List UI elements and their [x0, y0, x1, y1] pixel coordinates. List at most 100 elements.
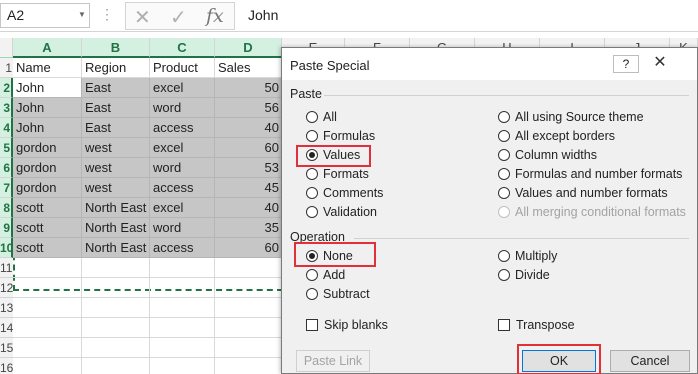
paste-option-all[interactable]: All: [306, 108, 337, 126]
cancel-icon[interactable]: ✕: [134, 5, 151, 30]
table-cell[interactable]: scott: [13, 198, 82, 218]
table-cell[interactable]: scott: [13, 218, 82, 238]
empty-cell[interactable]: [82, 338, 150, 358]
empty-cell[interactable]: [13, 338, 82, 358]
empty-cell[interactable]: [215, 338, 282, 358]
table-cell[interactable]: word: [150, 158, 215, 178]
row-header[interactable]: 2: [0, 78, 13, 98]
table-cell[interactable]: 56: [215, 98, 282, 118]
empty-cell[interactable]: [13, 298, 82, 318]
empty-cell[interactable]: [150, 258, 215, 278]
empty-cell[interactable]: [215, 318, 282, 338]
paste-option-validation[interactable]: Validation: [306, 203, 377, 221]
row-header[interactable]: 11: [0, 258, 13, 278]
table-cell[interactable]: word: [150, 98, 215, 118]
skip-blanks-checkbox[interactable]: Skip blanks: [306, 316, 388, 334]
paste-option-column-widths[interactable]: Column widths: [498, 146, 597, 164]
row-header[interactable]: 8: [0, 198, 13, 218]
row-header[interactable]: 7: [0, 178, 13, 198]
paste-option-formulas-and-number-formats[interactable]: Formulas and number formats: [498, 165, 682, 183]
empty-cell[interactable]: [150, 318, 215, 338]
paste-option-values-and-number-formats[interactable]: Values and number formats: [498, 184, 668, 202]
table-cell[interactable]: 50: [215, 78, 282, 98]
table-cell[interactable]: excel: [150, 198, 215, 218]
empty-cell[interactable]: [13, 318, 82, 338]
empty-cell[interactable]: [215, 358, 282, 374]
row-header[interactable]: 3: [0, 98, 13, 118]
transpose-checkbox[interactable]: Transpose: [498, 316, 575, 334]
column-header-b[interactable]: B: [82, 38, 150, 58]
cancel-button[interactable]: Cancel: [610, 350, 690, 372]
ok-button[interactable]: OK: [522, 350, 596, 372]
row-header[interactable]: 4: [0, 118, 13, 138]
empty-cell[interactable]: [13, 358, 82, 374]
row-header[interactable]: 16: [0, 358, 13, 374]
row-header[interactable]: 12: [0, 278, 13, 298]
empty-cell[interactable]: [82, 278, 150, 298]
paste-option-all-using-source-theme[interactable]: All using Source theme: [498, 108, 644, 126]
empty-cell[interactable]: [13, 278, 82, 298]
table-cell[interactable]: Region: [82, 58, 150, 78]
table-cell[interactable]: North East: [82, 238, 150, 258]
help-button[interactable]: ?: [613, 55, 639, 73]
table-cell[interactable]: excel: [150, 78, 215, 98]
table-cell[interactable]: gordon: [13, 138, 82, 158]
table-cell[interactable]: access: [150, 238, 215, 258]
row-header[interactable]: 10: [0, 238, 13, 258]
row-header[interactable]: 9: [0, 218, 13, 238]
empty-cell[interactable]: [150, 298, 215, 318]
chevron-down-icon[interactable]: ▼: [78, 10, 86, 19]
operation-option-multiply[interactable]: Multiply: [498, 247, 557, 265]
empty-cell[interactable]: [82, 298, 150, 318]
empty-cell[interactable]: [215, 258, 282, 278]
close-icon[interactable]: ✕: [650, 52, 670, 74]
empty-cell[interactable]: [150, 278, 215, 298]
column-header-a[interactable]: A: [13, 38, 82, 58]
table-cell[interactable]: gordon: [13, 178, 82, 198]
row-header[interactable]: 13: [0, 298, 13, 318]
table-cell[interactable]: 53: [215, 158, 282, 178]
paste-option-values[interactable]: Values: [306, 146, 360, 164]
name-box[interactable]: A2: [0, 3, 90, 28]
table-cell[interactable]: John: [13, 98, 82, 118]
empty-cell[interactable]: [215, 278, 282, 298]
operation-option-add[interactable]: Add: [306, 266, 345, 284]
table-cell[interactable]: 40: [215, 118, 282, 138]
table-cell[interactable]: 45: [215, 178, 282, 198]
table-cell[interactable]: 35: [215, 218, 282, 238]
table-cell[interactable]: East: [82, 98, 150, 118]
table-cell[interactable]: 60: [215, 138, 282, 158]
paste-option-all-except-borders[interactable]: All except borders: [498, 127, 615, 145]
empty-cell[interactable]: [82, 318, 150, 338]
table-cell[interactable]: John: [13, 118, 82, 138]
table-cell[interactable]: Product: [150, 58, 215, 78]
table-cell[interactable]: scott: [13, 238, 82, 258]
table-cell[interactable]: word: [150, 218, 215, 238]
operation-option-divide[interactable]: Divide: [498, 266, 550, 284]
insert-function-icon[interactable]: fx: [206, 5, 224, 27]
select-all-corner[interactable]: [0, 38, 13, 58]
paste-option-formulas[interactable]: Formulas: [306, 127, 375, 145]
row-header[interactable]: 14: [0, 318, 13, 338]
empty-cell[interactable]: [82, 358, 150, 374]
row-header[interactable]: 15: [0, 338, 13, 358]
paste-option-comments[interactable]: Comments: [306, 184, 383, 202]
table-cell[interactable]: gordon: [13, 158, 82, 178]
table-cell[interactable]: 60: [215, 238, 282, 258]
table-cell[interactable]: John: [13, 78, 82, 98]
operation-option-none[interactable]: None: [306, 247, 353, 265]
empty-cell[interactable]: [13, 258, 82, 278]
operation-option-subtract[interactable]: Subtract: [306, 285, 370, 303]
table-cell[interactable]: North East: [82, 198, 150, 218]
table-cell[interactable]: access: [150, 178, 215, 198]
paste-link-button[interactable]: Paste Link: [296, 350, 370, 372]
table-cell[interactable]: west: [82, 158, 150, 178]
empty-cell[interactable]: [82, 258, 150, 278]
empty-cell[interactable]: [150, 358, 215, 374]
table-cell[interactable]: Name: [13, 58, 82, 78]
empty-cell[interactable]: [215, 298, 282, 318]
formula-input[interactable]: John: [240, 3, 698, 28]
table-cell[interactable]: Sales: [215, 58, 282, 78]
table-cell[interactable]: excel: [150, 138, 215, 158]
row-header[interactable]: 5: [0, 138, 13, 158]
